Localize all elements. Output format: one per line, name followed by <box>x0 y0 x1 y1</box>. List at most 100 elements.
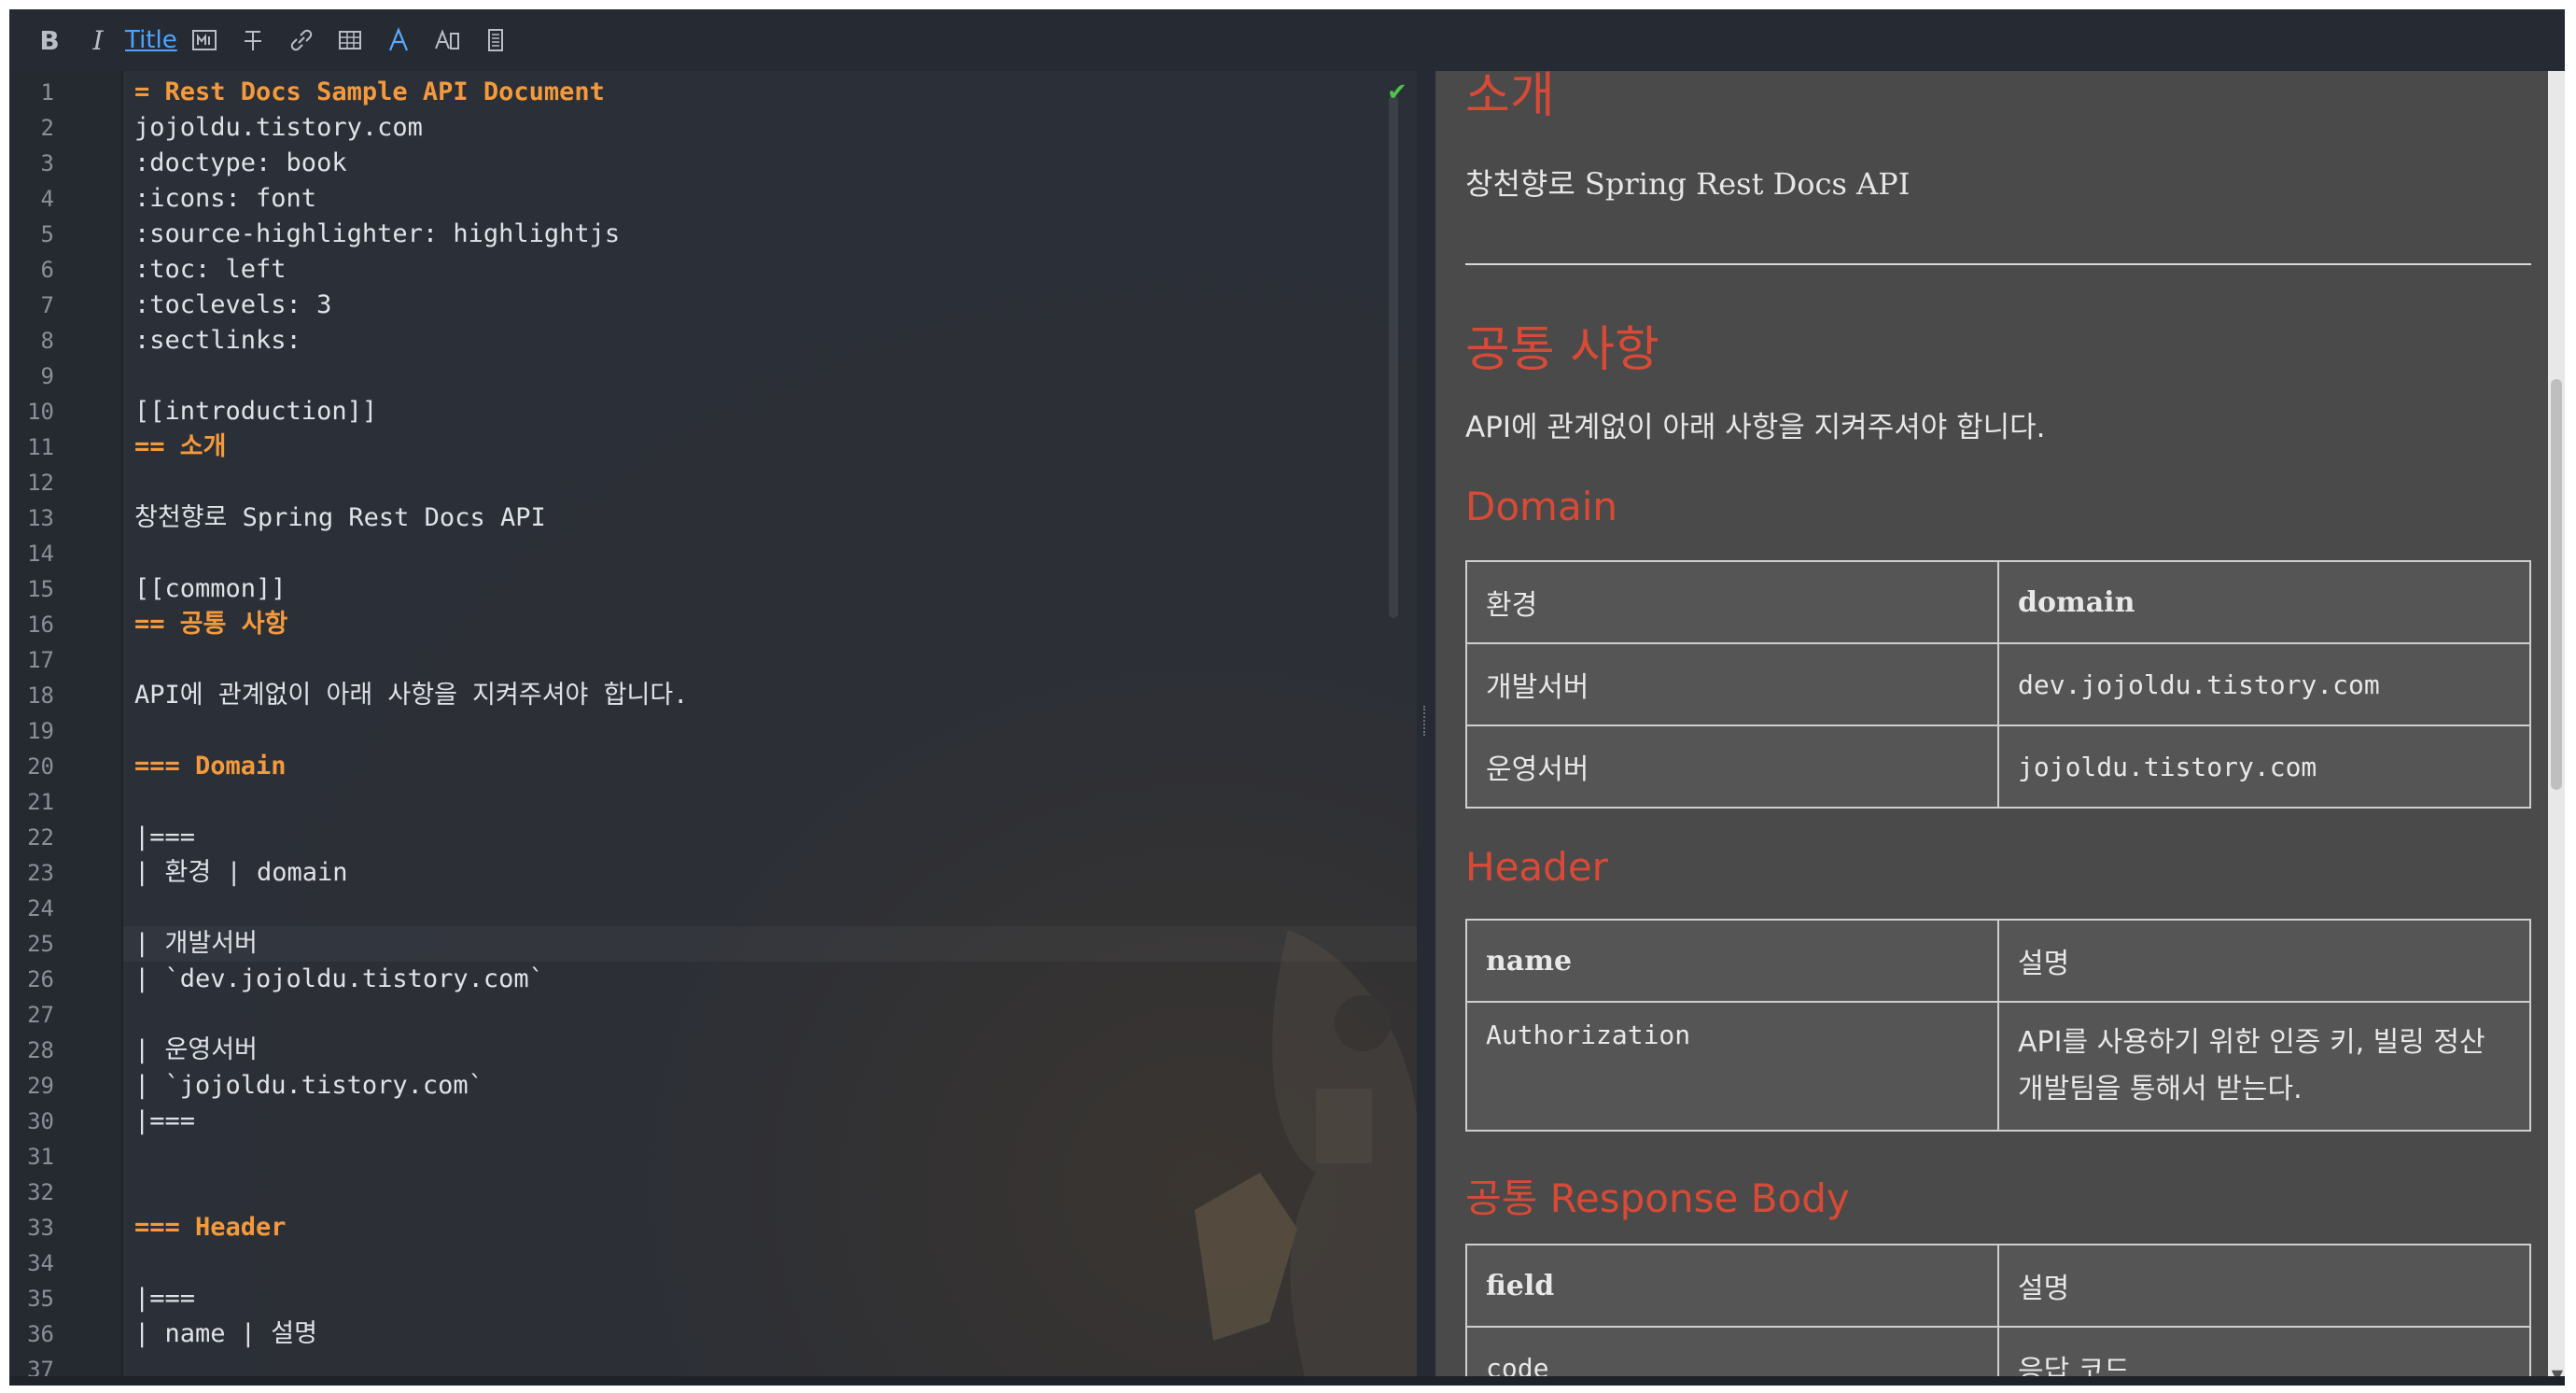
monospace-button[interactable] <box>183 19 226 62</box>
font-button[interactable] <box>377 19 420 62</box>
status-bar <box>9 1376 2565 1386</box>
line-number: 15 <box>27 576 54 602</box>
table-cell: 개발서버 <box>1465 642 1999 726</box>
common-text: API에 관계없이 아래 사항을 지켜주셔야 합니다. <box>1465 411 2046 444</box>
code-line[interactable]: API에 관계없이 아래 사항을 지켜주셔야 합니다. <box>134 678 688 713</box>
code-line[interactable]: | 개발서버 <box>134 926 258 962</box>
table-cell: 설명 <box>1997 1244 2531 1328</box>
table-cell: 환경 <box>1465 560 1999 644</box>
active-line-highlight <box>123 926 1417 962</box>
code-line[interactable]: :sectlinks: <box>134 323 301 359</box>
table-row: 개발서버 dev.jojoldu.tistory.com <box>1465 642 2531 726</box>
code-line[interactable]: :icons: font <box>134 181 316 217</box>
table-cell: field <box>1465 1244 1999 1328</box>
code-line[interactable]: = Rest Docs Sample API Document <box>134 75 605 110</box>
line-number: 1 <box>40 79 54 106</box>
link-icon <box>290 29 312 51</box>
code-line[interactable]: jojoldu.tistory.com <box>134 110 423 146</box>
pane-splitter[interactable] <box>1417 71 1435 1386</box>
code-line[interactable]: |=== <box>134 1104 195 1139</box>
code-line[interactable]: == 소개 <box>134 429 226 465</box>
table-cell: 설명 <box>1997 919 2531 1003</box>
response-table: field 설명 code 응답 코드 <box>1465 1244 2531 1386</box>
line-number: 21 <box>27 789 54 815</box>
common-heading: 공통 사항 <box>1465 322 1659 378</box>
table-row: name 설명 <box>1465 919 2531 1003</box>
table-cell: name <box>1465 919 1999 1003</box>
line-number: 6 <box>40 257 54 283</box>
line-number: 4 <box>40 186 54 212</box>
code-line[interactable]: |=== <box>134 820 195 855</box>
line-number: 23 <box>27 860 54 886</box>
asciidoc-editor[interactable]: 1 2 3 4 5 6 7 8 9 10 11 12 13 14 15 16 17 18 19 20 21 22 23 24 2… <box>9 71 1417 1386</box>
bold-button[interactable]: B <box>28 19 71 62</box>
italic-button[interactable]: I <box>77 19 119 62</box>
line-number: 14 <box>27 541 54 567</box>
table-button[interactable] <box>329 19 371 62</box>
table-cell: 운영서버 <box>1465 725 1999 809</box>
code-line[interactable]: [[introduction]] <box>134 394 377 429</box>
intro-heading: 소개 <box>1465 71 1555 124</box>
line-number: 7 <box>40 292 54 318</box>
link-button[interactable] <box>280 19 323 62</box>
title-button[interactable]: Title <box>125 19 177 62</box>
code-line[interactable]: :toclevels: 3 <box>134 288 331 323</box>
app-window: B I Title 1 2 3 4 5 6 7 8 9 10 11 12 13 … <box>9 9 2565 1386</box>
line-number: 8 <box>40 328 54 354</box>
code-line[interactable]: === Domain <box>134 749 287 784</box>
intro-text: 창천향로 Spring Rest Docs API <box>1465 166 1911 202</box>
line-number: 20 <box>27 753 54 780</box>
line-number: 27 <box>27 1002 54 1028</box>
table-cell: jojoldu.tistory.com <box>1997 725 2531 809</box>
line-number: 25 <box>27 931 54 957</box>
line-number: 32 <box>27 1179 54 1205</box>
check-icon: ✔ <box>1387 78 1407 106</box>
header-table: name 설명 Authorization API를 사용하기 위한 인증 키,… <box>1465 919 2531 1132</box>
code-line[interactable]: | name | 설명 <box>134 1316 317 1352</box>
line-number: 10 <box>27 399 54 425</box>
line-number: 19 <box>27 718 54 744</box>
background-robot-image <box>1195 930 1417 1386</box>
line-number: 17 <box>27 647 54 673</box>
font-style-icon <box>434 29 459 49</box>
preview-scrollbar[interactable]: ▼ <box>2548 71 2565 1386</box>
document-button[interactable] <box>474 19 517 62</box>
code-line[interactable]: === Header <box>134 1210 287 1245</box>
line-number: 35 <box>27 1286 54 1312</box>
code-line[interactable]: [[common]] <box>134 571 287 607</box>
code-line[interactable]: == 공통 사항 <box>134 607 287 642</box>
response-heading: 공통 Response Body <box>1465 1175 1850 1221</box>
line-number: 11 <box>27 434 54 460</box>
font-icon <box>388 27 408 51</box>
editor-scrollbar[interactable] <box>1389 95 1398 618</box>
table-row: 운영서버 jojoldu.tistory.com <box>1465 725 2531 809</box>
code-line[interactable]: :source-highlighter: highlightjs <box>134 217 620 252</box>
line-number: 29 <box>27 1073 54 1099</box>
code-line[interactable]: | `jojoldu.tistory.com` <box>134 1068 483 1104</box>
code-line[interactable]: 창천향로 Spring Rest Docs API <box>134 500 546 536</box>
strikethrough-button[interactable] <box>231 19 274 62</box>
line-number: 12 <box>27 470 54 496</box>
table-icon <box>338 31 361 49</box>
code-line[interactable]: :doctype: book <box>134 146 347 181</box>
code-line[interactable]: | 운영서버 <box>134 1033 258 1068</box>
code-line[interactable]: |=== <box>134 1281 195 1316</box>
line-number: 30 <box>27 1108 54 1134</box>
code-line[interactable]: | 환경 | domain <box>134 855 348 891</box>
preview-scrollbar-thumb[interactable] <box>2551 379 2562 790</box>
line-number: 13 <box>27 505 54 531</box>
line-number: 2 <box>40 115 54 141</box>
monospace-icon <box>191 30 217 50</box>
splitter-grip-icon[interactable] <box>1423 706 1430 736</box>
editor-toolbar: B I Title <box>9 9 2565 71</box>
code-line[interactable]: | `dev.jojoldu.tistory.com` <box>134 962 544 997</box>
header-heading: Header <box>1465 844 1608 890</box>
line-number: 22 <box>27 824 54 851</box>
line-number: 18 <box>27 682 54 709</box>
line-number: 31 <box>27 1144 54 1170</box>
code-line[interactable]: :toc: left <box>134 252 287 288</box>
line-number: 36 <box>27 1321 54 1347</box>
line-number: 34 <box>27 1250 54 1276</box>
font-style-button[interactable] <box>426 19 469 62</box>
line-number: 9 <box>40 363 54 389</box>
